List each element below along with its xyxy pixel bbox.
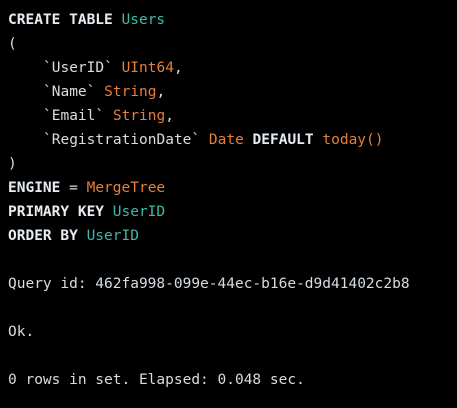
column-name: `UserID` — [43, 60, 113, 76]
default-value: today() — [322, 132, 384, 148]
sql-primary-key-line: PRIMARY KEY UserID — [8, 200, 457, 224]
column-type: String — [104, 84, 157, 100]
open-paren: ( — [8, 36, 17, 52]
order-by-value: UserID — [86, 228, 139, 244]
terminal-output: CREATE TABLE Users ( `UserID` UInt64, `N… — [0, 0, 457, 408]
column-separator: , — [156, 84, 166, 100]
query-id-line: Query id: 462fa998-099e-44ec-b16e-d9d414… — [8, 272, 457, 296]
summary-line: 0 rows in set. Elapsed: 0.048 sec. — [8, 368, 457, 392]
sql-engine-line: ENGINE = MergeTree — [8, 176, 457, 200]
primary-key-value: UserID — [112, 204, 166, 220]
table-name: Users — [121, 12, 166, 28]
column-name: `Name` — [43, 84, 96, 100]
column-separator: , — [173, 60, 183, 76]
default-keyword: DEFAULT — [252, 132, 314, 148]
engine-keyword: ENGINE — [8, 180, 61, 196]
order-by-keyword: ORDER BY — [8, 228, 78, 244]
column-definition-email: `Email` String, — [8, 104, 457, 128]
query-id: Query id: 462fa998-099e-44ec-b16e-d9d414… — [8, 276, 410, 292]
close-paren: ) — [8, 156, 17, 172]
result-summary: 0 rows in set. Elapsed: 0.048 sec. — [8, 372, 305, 388]
engine-equals: = — [69, 180, 78, 196]
column-name: `RegistrationDate` — [43, 132, 201, 148]
create-table-keyword: CREATE TABLE — [8, 12, 113, 28]
column-type: UInt64 — [121, 60, 174, 76]
column-definition-registrationdate: `RegistrationDate` Date DEFAULT today() — [8, 128, 457, 152]
sql-order-by-line: ORDER BY UserID — [8, 224, 457, 248]
sql-create-line: CREATE TABLE Users — [8, 8, 457, 32]
column-definition-name: `Name` String, — [8, 80, 457, 104]
status-line: Ok. — [8, 320, 457, 344]
column-name: `Email` — [43, 108, 105, 124]
status-ok: Ok. — [8, 324, 35, 340]
column-type: Date — [208, 132, 244, 148]
engine-value: MergeTree — [86, 180, 166, 196]
column-type: String — [112, 108, 166, 124]
sql-open-paren-line: ( — [8, 32, 457, 56]
sql-close-paren-line: ) — [8, 152, 457, 176]
primary-key-keyword: PRIMARY KEY — [8, 204, 105, 220]
column-separator: , — [165, 108, 174, 124]
column-definition-userid: `UserID` UInt64, — [8, 56, 457, 80]
